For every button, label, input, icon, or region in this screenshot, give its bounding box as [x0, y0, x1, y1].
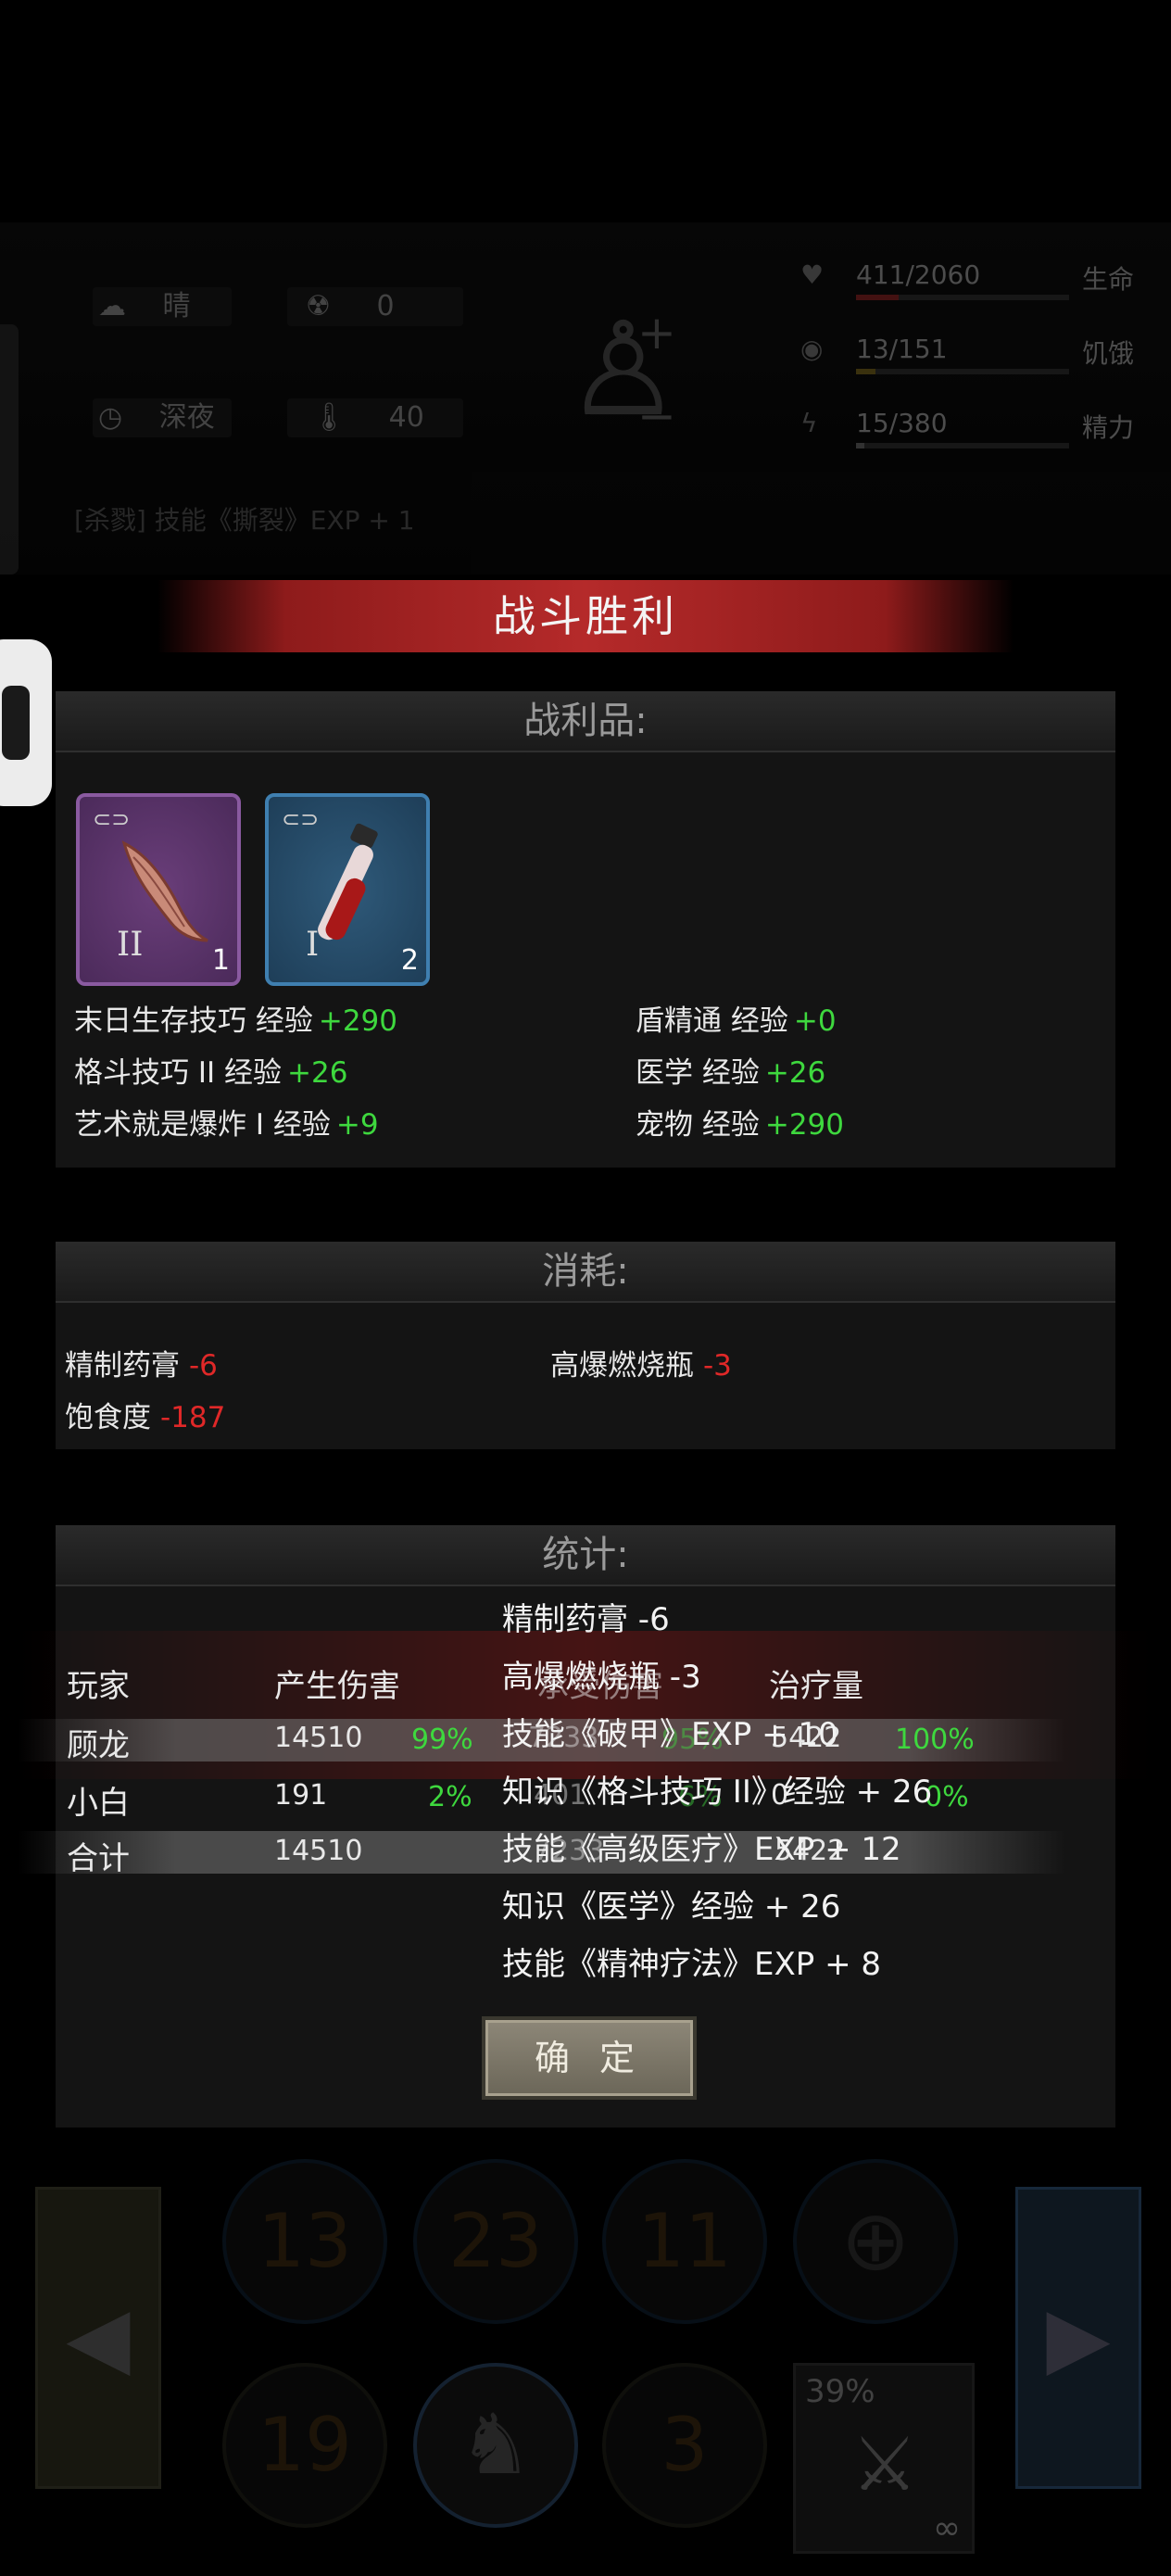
damage-value: 14510: [274, 1835, 363, 1867]
skill-slot-3[interactable]: 11: [602, 2159, 767, 2324]
hunger-label: 饥饿: [1081, 338, 1134, 369]
item-level: II: [117, 926, 144, 964]
victory-banner: 战斗胜利: [157, 580, 1014, 652]
left-side-tab[interactable]: [0, 324, 19, 575]
life-stat: ♥ 411/2060 生命: [800, 259, 1134, 300]
col-player: 玩家: [67, 1668, 130, 1705]
overlay-log-line: 技能《破甲》EXP + 10: [502, 1716, 838, 1753]
bottom-controls: ◀ ▶ 13 23 11 ⊕ 19 ♞ 3 39% ⚔ ∞: [0, 2150, 1171, 2576]
skill-slot-2[interactable]: 23: [413, 2159, 578, 2324]
temperature-value: 40: [388, 401, 424, 434]
damage-value: 14510: [274, 1722, 363, 1754]
crosshair-icon[interactable]: ⊕: [793, 2159, 958, 2324]
time-label: 深夜: [158, 401, 215, 434]
overlay-log-line: 知识《格斗技巧 II》经验 + 26: [502, 1774, 933, 1811]
hunger-stat: ◉ 13/151 饥饿: [800, 334, 1134, 374]
life-value: 411/2060: [856, 259, 981, 290]
hunger-bar: [856, 369, 1069, 374]
lightning-icon: ϟ: [800, 408, 818, 438]
weapon-ammo: ∞: [933, 2509, 961, 2547]
stomach-icon: ◉: [800, 334, 824, 364]
item-slot-1[interactable]: 19: [222, 2363, 387, 2528]
life-bar: [856, 295, 1069, 300]
energy-bar: [856, 443, 1069, 448]
stats-header: 统计:: [56, 1525, 1115, 1586]
prev-arrow-button[interactable]: ◀: [35, 2187, 161, 2489]
consume-header: 消耗:: [56, 1242, 1115, 1303]
player-name: 顾龙: [67, 1727, 130, 1764]
xp-entry: 艺术就是爆炸 I 经验 +9: [74, 1108, 379, 1142]
xp-entry: 宠物 经验 +290: [636, 1108, 845, 1142]
overlay-log-line: 高爆燃烧瓶 -3: [502, 1659, 701, 1696]
damage-value: 191: [274, 1779, 328, 1812]
floating-assistant-bubble[interactable]: [0, 639, 52, 806]
cloud-icon: ☁: [98, 290, 126, 322]
confirm-button[interactable]: 确 定: [482, 2016, 697, 2100]
radiation-cell: ☢ 0: [287, 287, 463, 326]
skill-slot-1[interactable]: 13: [222, 2159, 387, 2324]
damage-pct: 2%: [428, 1781, 472, 1813]
item-level: I: [306, 926, 320, 964]
overlay-log-line: 知识《医学》经验 + 26: [502, 1888, 841, 1926]
xp-entry: 医学 经验 +26: [636, 1056, 826, 1090]
xp-entry: 末日生存技巧 经验 +290: [74, 1004, 398, 1038]
energy-label: 精力: [1081, 412, 1134, 443]
overlay-log-line: 技能《精神疗法》EXP + 8: [502, 1946, 882, 1983]
xp-entry: 格斗技巧 II 经验 +26: [74, 1056, 348, 1090]
item-slot-2[interactable]: 3: [602, 2363, 767, 2528]
combat-log-line: [杀戮] 技能《撕裂》EXP + 1: [74, 505, 415, 536]
consume-entry: 饱食度 -187: [65, 1401, 226, 1434]
crouch-icon[interactable]: ♞: [413, 2363, 578, 2528]
time-cell: ◷ 深夜: [93, 398, 232, 437]
radiation-value: 0: [376, 290, 395, 322]
loot-item-muscle[interactable]: ⊂⊃ II 1: [76, 793, 241, 986]
clock-icon: ◷: [98, 401, 123, 434]
loot-header: 战利品:: [56, 691, 1115, 752]
consume-entry: 精制药膏 -6: [65, 1349, 218, 1383]
weather-label: 晴: [162, 290, 191, 322]
knife-icon: ⚔: [851, 2421, 918, 2507]
left-arrow-icon: ◀: [66, 2289, 131, 2386]
temperature-cell: 🌡 40: [287, 398, 463, 437]
next-arrow-button[interactable]: ▶: [1015, 2187, 1141, 2489]
energy-stat: ϟ 15/380 精力: [800, 408, 1134, 448]
minus-icon[interactable]: −: [637, 389, 676, 443]
status-hud: ☁ 晴 ☢ 0 ◷ 深夜 🌡 40 ♙ + − ♥ 411/2060 生命 ◉ …: [0, 222, 1171, 575]
weather-cell: ☁ 晴: [93, 287, 232, 326]
xp-entry: 盾精通 经验 +0: [636, 1004, 837, 1038]
col-damage: 产生伤害: [274, 1668, 400, 1705]
item-count: 1: [211, 944, 230, 977]
consume-entry: 高爆燃烧瓶 -3: [550, 1349, 732, 1383]
overlay-log-line: 精制药膏 -6: [502, 1601, 670, 1638]
heart-icon: ♥: [800, 259, 825, 290]
plus-icon[interactable]: +: [637, 306, 676, 360]
damage-pct: 99%: [411, 1724, 473, 1756]
thermometer-icon: 🌡: [311, 401, 347, 434]
energy-value: 15/380: [856, 408, 948, 438]
weapon-slot[interactable]: 39% ⚔ ∞: [793, 2363, 975, 2554]
overlay-log-line: 技能《高级医疗》EXP + 12: [502, 1831, 901, 1868]
heal-pct: 100%: [895, 1724, 975, 1756]
hunger-value: 13/151: [856, 334, 948, 364]
penguin-icon: [2, 686, 30, 760]
right-arrow-icon: ▶: [1046, 2289, 1111, 2386]
life-label: 生命: [1081, 264, 1134, 295]
player-name: 合计: [67, 1840, 130, 1877]
col-heal: 治疗量: [769, 1668, 863, 1705]
weapon-durability: 39%: [805, 2373, 875, 2410]
item-count: 2: [400, 944, 419, 977]
loot-item-blood-vial[interactable]: ⊂⊃ I 2: [265, 793, 430, 986]
player-name: 小白: [67, 1785, 130, 1822]
radiation-icon: ☢: [306, 290, 331, 322]
